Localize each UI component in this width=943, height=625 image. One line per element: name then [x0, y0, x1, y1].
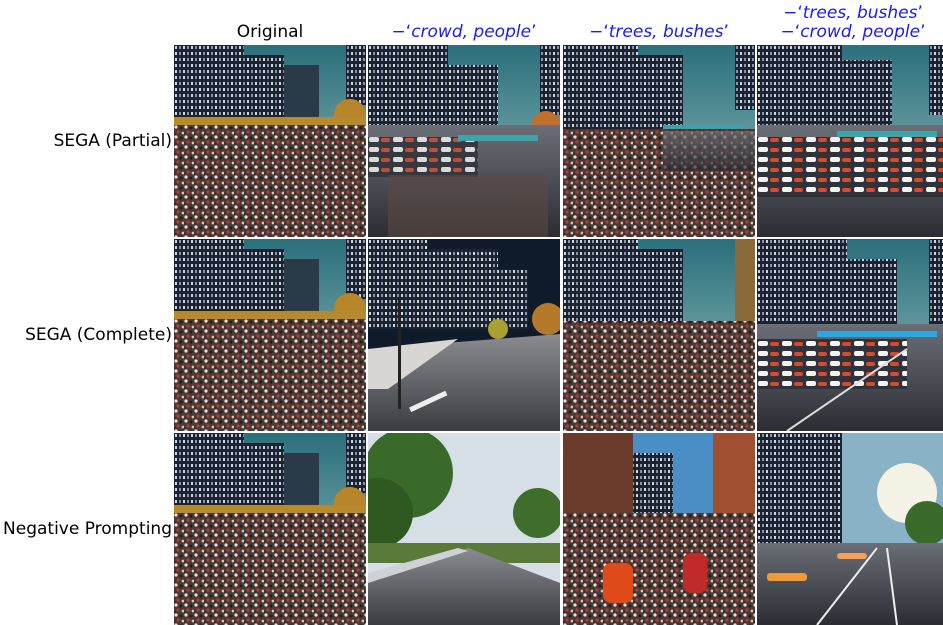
- image-minus-both-row3: [757, 433, 943, 625]
- image-minus-crowd-row1: [368, 45, 560, 237]
- quote-close: ’: [723, 22, 729, 42]
- minus-quote-open: −‘: [391, 22, 412, 42]
- column-header-minus-both-line1: trees, bushes: [802, 3, 918, 23]
- minus-quote-open: −‘: [783, 3, 803, 23]
- column-header-minus-both-line2: crowd, people: [800, 22, 921, 42]
- image-minus-trees-row1: [563, 45, 755, 237]
- quote-close: ’: [920, 22, 926, 42]
- column-header-original: Original: [174, 0, 366, 44]
- row-label-negative-prompting: Negative Prompting: [3, 519, 172, 539]
- column-header-minus-both: −‘trees, bushes’ −‘crowd, people’: [757, 0, 943, 44]
- quote-close: ’: [531, 22, 537, 42]
- image-minus-both-row2: [757, 239, 943, 431]
- image-original-row1: [174, 45, 366, 237]
- column-header-minus-crowd-text: crowd, people: [411, 22, 532, 42]
- image-original-row2: [174, 239, 366, 431]
- column-header-minus-trees-text: trees, bushes: [608, 22, 724, 42]
- row-label-sega-partial: SEGA (Partial): [53, 131, 172, 151]
- image-minus-crowd-row2: [368, 239, 560, 431]
- column-header-minus-crowd: −‘crowd, people’: [368, 0, 560, 44]
- minus-quote-open: −‘: [589, 22, 609, 42]
- image-minus-both-row1: [757, 45, 943, 237]
- column-header-minus-trees: −‘trees, bushes’: [563, 0, 755, 44]
- image-minus-trees-row3: [563, 433, 755, 625]
- column-header-original-text: Original: [236, 22, 304, 42]
- minus-quote-open: −‘: [780, 22, 801, 42]
- quote-close: ’: [917, 3, 923, 23]
- image-minus-trees-row2: [563, 239, 755, 431]
- row-label-sega-complete: SEGA (Complete): [25, 325, 172, 345]
- image-original-row3: [174, 433, 366, 625]
- image-minus-crowd-row3: [368, 433, 560, 625]
